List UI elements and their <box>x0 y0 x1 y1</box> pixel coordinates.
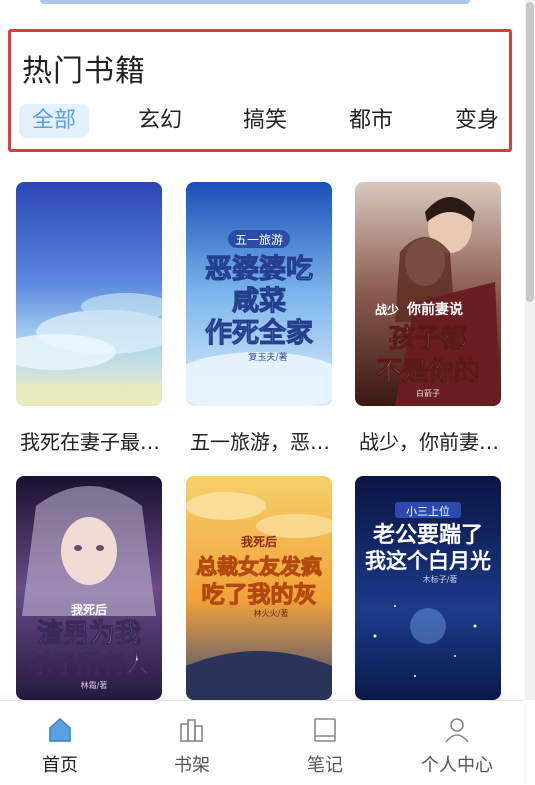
section-title: 热门书籍 <box>22 54 146 89</box>
book-cover[interactable]: 五一旅游 恶婆婆吃 咸菜 作死全家 复玉夫/著 <box>186 182 332 406</box>
cover-tagline: 你前妻说 <box>406 301 463 318</box>
book-title[interactable]: 我死在妻子最… <box>20 426 170 455</box>
tabbar-item-bookshelf[interactable]: 书架 <box>132 715 252 777</box>
cover-title-line: 吃了我的灰 <box>202 581 317 608</box>
cover-tagline: 小三上位 <box>406 504 450 518</box>
cover-title-line: 杀了所有人 <box>29 649 149 678</box>
tab-comedy[interactable]: 搞笑 <box>230 104 300 138</box>
category-tabs: 全部 玄幻 搞笑 都市 变身 <box>17 104 507 140</box>
cover-tagline: 战少 <box>375 302 399 317</box>
page-scrollbar[interactable] <box>525 0 535 700</box>
tabbar-item-profile[interactable]: 个人中心 <box>397 715 517 777</box>
book-cover[interactable] <box>16 182 162 406</box>
cover-title-line: 咸菜 <box>232 286 286 317</box>
tabbar-item-home[interactable]: 首页 <box>0 715 120 777</box>
cover-tagline: 我死后 <box>241 534 277 549</box>
cover-author: 复玉夫/著 <box>248 351 287 363</box>
bottom-tab-bar: 首页 书架 笔记 个人中心 <box>0 700 524 785</box>
book-cover[interactable]: 我死后 总裁女友发疯 吃了我的灰 林火火/著 <box>186 476 332 700</box>
cover-author: 林霜/著 <box>81 680 108 690</box>
cover-title-line: 孩子都 <box>389 323 467 354</box>
cover-author: 木标子/著 <box>423 574 458 584</box>
tab-transformation[interactable]: 变身 <box>442 104 512 138</box>
book-cover[interactable]: 小三上位 老公要踹了 我这个白月光 木标子/著 <box>355 476 501 700</box>
book-cover[interactable]: 战少 你前妻说 孩子都 不是你的 白箭子 <box>355 182 501 406</box>
cover-author: 林火火/著 <box>254 608 289 618</box>
hot-books-section: 热门书籍 全部 玄幻 搞笑 都市 变身 <box>8 29 512 152</box>
tab-fantasy[interactable]: 玄幻 <box>125 104 195 138</box>
book-cover[interactable]: 我死后 渣男为我 杀了所有人 林霜/著 <box>16 476 162 700</box>
tab-urban[interactable]: 都市 <box>336 104 406 138</box>
cover-title-line: 老公要踹了 <box>372 522 483 548</box>
bookshelf-icon[interactable] <box>132 715 252 745</box>
tab-all[interactable]: 全部 <box>19 104 89 138</box>
tabbar-label: 书架 <box>174 755 210 776</box>
cover-title-line: 总裁女友发疯 <box>196 554 322 579</box>
notes-icon[interactable] <box>265 715 385 745</box>
user-icon[interactable] <box>397 715 517 745</box>
cover-title-line: 作死全家 <box>205 317 313 349</box>
cover-title-line: 我这个白月光 <box>365 548 491 573</box>
cover-author: 白箭子 <box>416 388 440 398</box>
cover-tagline: 五一旅游 <box>235 233 283 247</box>
tabbar-item-notes[interactable]: 笔记 <box>265 715 385 777</box>
cover-title-line: 不是你的 <box>376 356 480 387</box>
tabbar-label: 首页 <box>42 755 78 776</box>
top-banner-edge <box>40 0 470 4</box>
tabbar-label: 笔记 <box>307 755 343 776</box>
book-title[interactable]: 战少，你前妻… <box>359 426 509 455</box>
cover-title-line: 恶婆婆吃 <box>205 254 313 285</box>
tabbar-label: 个人中心 <box>421 755 493 776</box>
scrollbar-thumb[interactable] <box>526 2 534 302</box>
cover-title-line: 渣男为我 <box>37 619 141 649</box>
cover-tagline: 我死后 <box>71 602 107 617</box>
book-title[interactable]: 五一旅游，恶… <box>190 426 340 455</box>
home-icon[interactable] <box>0 715 120 745</box>
